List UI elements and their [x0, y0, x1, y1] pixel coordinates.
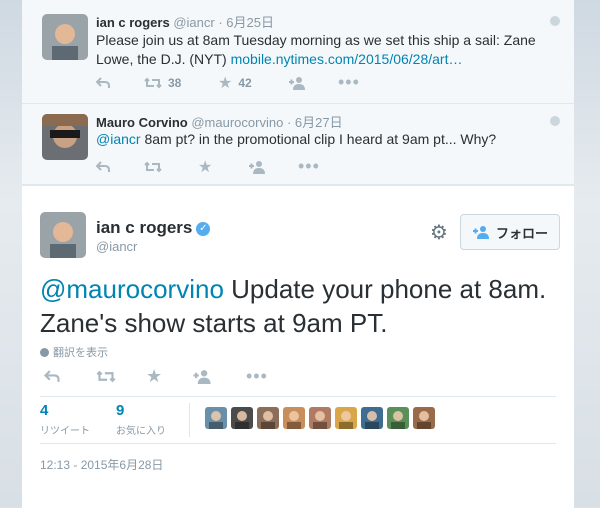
follow-user-icon[interactable]	[288, 76, 338, 90]
reply-icon[interactable]	[96, 76, 144, 89]
favorite-count: 42	[238, 75, 252, 90]
tweet-timestamp[interactable]: 12:13 - 2015年6月28日	[40, 456, 163, 473]
retweet-icon	[144, 77, 162, 88]
follow-user-icon[interactable]	[248, 160, 298, 174]
user-name[interactable]: ian c rogers	[96, 15, 170, 30]
retweet-button[interactable]: 38	[144, 76, 218, 90]
favorite-count: 9	[116, 402, 125, 419]
translate-label: 翻訳を表示	[53, 347, 108, 359]
translate-link[interactable]: 翻訳を表示	[40, 344, 108, 360]
mention-link[interactable]: @iancr	[96, 131, 141, 147]
retweet-count: 38	[168, 75, 182, 90]
avatar[interactable]	[42, 114, 88, 160]
tweet-text: @maurocorvino Update your phone at 8am. …	[40, 272, 560, 340]
favoriter-avatar[interactable]	[335, 407, 357, 429]
tweet-date[interactable]: · 6月25日	[218, 15, 274, 30]
more-icon[interactable]: •••	[246, 366, 268, 387]
tweet-actions: 38 ★ 42 •••	[96, 72, 360, 93]
user-handle[interactable]: @iancr	[96, 239, 137, 254]
retweet-label: リツイート	[40, 426, 90, 437]
favoriter-avatar[interactable]	[257, 407, 279, 429]
follow-user-icon[interactable]	[192, 369, 246, 384]
star-icon: ★	[218, 74, 233, 92]
retweet-icon[interactable]	[96, 370, 146, 383]
follow-user-icon	[472, 226, 489, 239]
retweet-icon[interactable]	[144, 161, 198, 173]
tweet-stats: 4 リツイート 9 お気に入り	[40, 396, 556, 444]
favoriter-avatar[interactable]	[283, 407, 305, 429]
verified-badge-icon: ✓	[196, 221, 211, 236]
user-handle[interactable]: @maurocorvino	[191, 115, 283, 130]
tweet-text: @iancr 8am pt? in the promotional clip I…	[96, 130, 558, 149]
reply-icon[interactable]	[96, 160, 144, 173]
avatar[interactable]	[40, 212, 86, 258]
more-icon[interactable]: •••	[338, 72, 360, 93]
favorite-stat[interactable]: 9 お気に入り	[116, 402, 166, 437]
globe-icon	[550, 16, 560, 26]
divider	[189, 403, 190, 437]
favorite-button[interactable]: ★ 42	[218, 73, 288, 93]
tweet-date[interactable]: · 6月27日	[287, 115, 343, 130]
globe-icon	[550, 116, 560, 126]
gear-icon[interactable]: ⚙	[430, 220, 448, 245]
reply-icon[interactable]	[44, 370, 96, 383]
favoriter-avatar[interactable]	[361, 407, 383, 429]
favoriter-avatar[interactable]	[413, 407, 435, 429]
tweet-actions: ★ •••	[96, 156, 320, 177]
follow-button[interactable]: フォロー	[460, 214, 560, 250]
star-icon[interactable]: ★	[146, 366, 192, 387]
expanded-tweet: ian c rogers ✓ @iancr ⚙ フォロー @maurocorvin…	[22, 185, 574, 508]
retweet-stat[interactable]: 4 リツイート	[40, 402, 90, 437]
favoriters-avatars	[205, 407, 435, 429]
favorite-label: お気に入り	[116, 426, 166, 437]
more-icon[interactable]: •••	[298, 156, 320, 177]
user-name-row: ian c rogers ✓	[96, 218, 211, 238]
user-name[interactable]: ian c rogers	[96, 218, 192, 237]
tweet-item[interactable]: Mauro Corvino @maurocorvino · 6月27日 @ian…	[22, 104, 574, 185]
star-icon[interactable]: ★	[198, 157, 248, 177]
tweet-actions: ★ •••	[44, 366, 268, 387]
favoriter-avatar[interactable]	[205, 407, 227, 429]
user-handle[interactable]: @iancr	[173, 15, 214, 30]
tweet-header: Mauro Corvino @maurocorvino · 6月27日	[96, 112, 343, 131]
tweet-header: ian c rogers @iancr · 6月25日	[96, 12, 274, 31]
globe-icon	[40, 347, 49, 357]
tweet-body: 8am pt? in the promotional clip I heard …	[140, 131, 497, 147]
favoriter-avatar[interactable]	[309, 407, 331, 429]
favoriter-avatar[interactable]	[387, 407, 409, 429]
follow-label: フォロー	[495, 225, 548, 241]
tweet-link[interactable]: mobile.nytimes.com/2015/06/28/art…	[231, 51, 463, 67]
user-name[interactable]: Mauro Corvino	[96, 115, 188, 130]
retweet-count: 4	[40, 402, 49, 419]
tweet-text: Please join us at 8am Tuesday morning as…	[96, 31, 558, 69]
avatar[interactable]	[42, 14, 88, 60]
favoriter-avatar[interactable]	[231, 407, 253, 429]
tweet-item[interactable]: ian c rogers @iancr · 6月25日 Please join …	[22, 0, 574, 104]
mention-link[interactable]: @maurocorvino	[40, 274, 224, 304]
